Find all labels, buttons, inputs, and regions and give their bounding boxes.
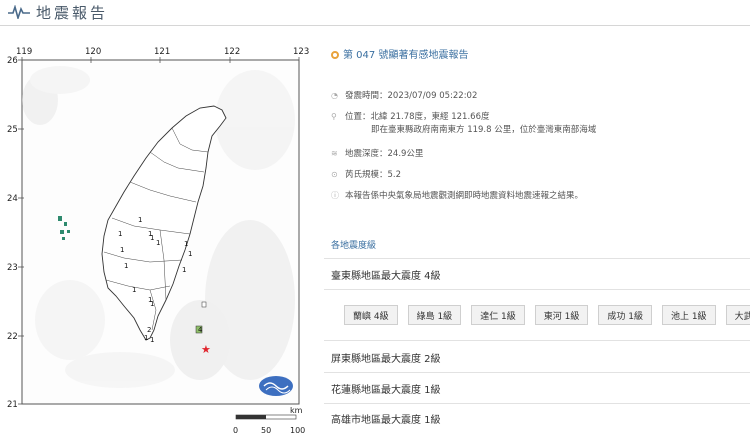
info-icon: ⓘ — [331, 191, 339, 200]
report-magnitude: ⊙ 芮氏規模：5.2 — [331, 170, 402, 180]
report-depth: ≋ 地震深度：24.9公里 — [331, 149, 424, 159]
epicenter-star: ★ — [201, 343, 211, 356]
divider — [324, 340, 750, 341]
region-taitung-title[interactable]: 臺東縣地區最大震度 4級 — [331, 267, 441, 282]
scale-bar: km 0 50 100 — [233, 406, 305, 435]
lat-tick-label: 26 — [7, 56, 18, 66]
page-title: 地震報告 — [36, 4, 109, 22]
clock-icon: ◔ — [331, 91, 338, 100]
scale-label: 0 — [233, 426, 238, 435]
scale-label: 100 — [290, 426, 305, 435]
station-chip[interactable]: 東河 1級 — [534, 305, 589, 325]
station-chip[interactable]: 達仁 1級 — [471, 305, 525, 325]
lon-tick-label: 121 — [154, 47, 170, 57]
lon-tick-label: 123 — [293, 47, 309, 57]
station-chip[interactable]: 大武 1級 — [725, 305, 750, 325]
station-chip-list: 蘭嶼 4級 綠島 1級 達仁 1級 東河 1級 成功 1級 池上 1級 大武 1… — [344, 305, 750, 325]
region-pingtung-title[interactable]: 屏東縣地區最大震度 2級 — [331, 350, 441, 365]
station-intensity-label: 1 — [138, 216, 142, 224]
map-pin-icon: ⚲ — [331, 112, 337, 121]
station-intensity-label: 1 — [118, 230, 122, 238]
lat-tick-label: 25 — [7, 125, 18, 135]
station-intensity-label: 1 — [150, 234, 154, 242]
intensity-section-label: 各地震度級 — [331, 241, 377, 251]
report-note: ⓘ 本報告係中央氣象局地震觀測網即時地震資料地震速報之結果。 — [331, 191, 584, 201]
region-kaohsiung-title[interactable]: 高雄市地區最大震度 1級 — [331, 411, 441, 426]
divider — [324, 289, 750, 290]
scale-label: 50 — [261, 426, 271, 435]
report-location: ⚲ 位置：北緯 21.78度，東經 121.66度 即在臺東縣政府南南東方 119… — [331, 112, 597, 135]
depth-icon: ≋ — [331, 149, 338, 158]
report-title: 第 047 號顯著有感地震報告 — [331, 46, 468, 61]
intensity-map[interactable]: 119 120 121 122 123 26 25 24 23 22 21 11111111112… — [0, 40, 315, 437]
station-intensity-label: 1 — [124, 262, 128, 270]
station-intensity-label: 1 — [150, 300, 154, 308]
station-intensity-label: 1 — [132, 286, 136, 294]
region-hualien-title[interactable]: 花蓮縣地區最大震度 1級 — [331, 381, 441, 396]
station-intensity-label: 1 — [120, 246, 124, 254]
station-chip[interactable]: 綠島 1級 — [407, 305, 462, 325]
cwb-logo — [259, 376, 293, 396]
lat-tick-label: 21 — [7, 400, 18, 410]
scale-label: km — [290, 406, 303, 415]
station-chip[interactable]: 蘭嶼 4級 — [344, 305, 398, 325]
station-intensity-label: 1 — [156, 239, 160, 247]
lat-tick-label: 24 — [7, 194, 18, 204]
divider — [324, 372, 750, 373]
location-detail: 即在臺東縣政府南南東方 119.8 公里，位於臺灣東南部海域 — [371, 125, 597, 135]
station-intensity-label: 1 — [144, 334, 148, 342]
lat-tick-label: 22 — [7, 332, 18, 342]
page-header: 地震報告 — [0, 0, 750, 26]
lon-tick-label: 120 — [85, 47, 101, 57]
lon-tick-label: 122 — [224, 47, 240, 57]
lat-tick-label: 23 — [7, 263, 18, 273]
seismograph-icon — [8, 5, 30, 19]
station-intensity-label: 2 — [147, 326, 151, 334]
station-intensity-label: 1 — [182, 266, 186, 274]
lon-tick-label: 119 — [16, 47, 32, 57]
report-time: ◔ 發震時間：2023/07/09 05:22:02 — [331, 91, 478, 101]
station-intensity-label: 1 — [188, 250, 192, 258]
divider — [324, 403, 750, 404]
station-intensity-label: 1 — [184, 240, 188, 248]
station-chip[interactable]: 池上 1級 — [661, 305, 716, 325]
station-intensity-label: 4 — [198, 326, 203, 334]
sun-icon — [331, 51, 339, 59]
station-intensity-label: 1 — [150, 336, 154, 344]
magnitude-icon: ⊙ — [331, 170, 338, 179]
divider — [324, 258, 750, 259]
station-chip[interactable]: 成功 1級 — [598, 305, 652, 325]
